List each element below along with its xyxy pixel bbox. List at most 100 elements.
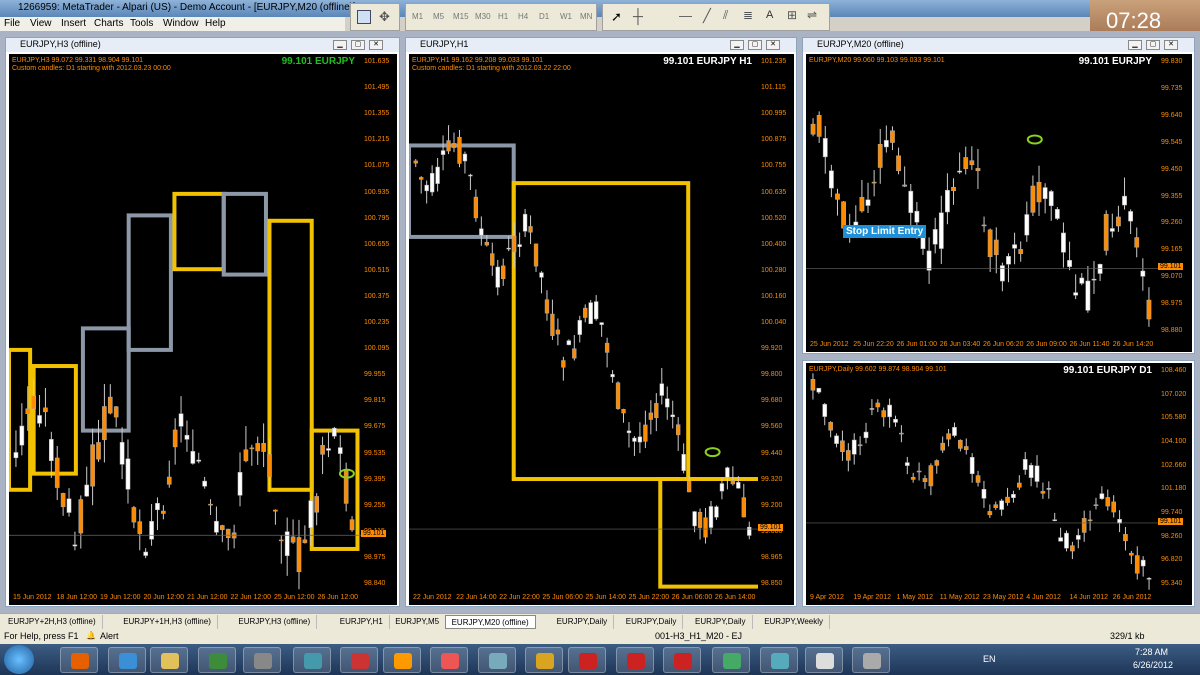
app-icon[interactable] [430,647,468,673]
price-tick-label: 99.560 [761,423,783,431]
cursor-icon[interactable]: ➚ [611,9,622,25]
app-icon[interactable] [852,647,890,673]
chart-tab[interactable]: EURJPY,M5 [389,615,447,629]
app-icon[interactable] [525,647,563,673]
minimize-icon[interactable]: ▁ [333,40,347,50]
candle-body [719,483,725,492]
chart-window-m20[interactable]: EURJPY,M20 (offline) ▁ ▢ ✕ EURJPY,M20 99… [802,37,1195,354]
close-icon[interactable]: ✕ [369,40,383,50]
alpari-icon[interactable] [568,647,606,673]
candle-body [875,402,881,408]
chart-tab[interactable]: EURJPY,M20 (offline) [444,615,536,629]
price-tick-label: 99.640 [1161,111,1183,119]
menu-tools[interactable]: Tools [130,18,153,29]
maximize-icon[interactable]: ▢ [351,40,365,50]
chart-tab[interactable]: EURJPY,Daily [689,615,753,629]
crosshair-icon[interactable]: ✥ [379,9,390,25]
status-alert[interactable]: Alert [100,631,119,641]
chart-tab[interactable]: EURJPY+2H,H3 (offline) [2,615,103,629]
tf-m1[interactable]: M1 [412,12,423,21]
chart-tab[interactable]: EURJPY,H1 [334,615,390,629]
tf-m30[interactable]: M30 [475,12,491,21]
candle-body [946,433,951,440]
hline-icon[interactable]: — [679,8,692,23]
app-icon[interactable] [805,647,843,673]
chart-tabs: EURJPY+2H,H3 (offline) EURJPY+1H,H3 (offl… [0,613,1200,629]
chart-window-d1[interactable]: EURJPY,Daily 99.602 99.874 98.904 99.101… [802,360,1195,607]
chart-window-titlebar[interactable]: EURJPY,H3 (offline) ▁ ▢ ✕ [6,38,399,52]
candle-body [343,469,349,504]
chart-tab[interactable]: EURJPY,H3 (offline) [232,615,318,629]
price-tick-label: 101.355 [364,110,390,118]
trendline-icon[interactable]: ╱ [703,8,711,24]
chart-window-titlebar[interactable]: EURJPY,M20 (offline) ▁ ▢ ✕ [803,38,1194,52]
tf-mn[interactable]: MN [580,12,592,21]
minimize-icon[interactable]: ▁ [730,40,744,50]
language-indicator[interactable]: EN [983,654,996,664]
chart-tab[interactable]: EURJPY+1H,H3 (offline) [117,615,218,629]
zoom-icon[interactable] [357,10,371,24]
menu-file[interactable]: File [4,18,20,29]
tf-h1[interactable]: H1 [498,12,508,21]
session-box [9,347,33,492]
menu-view[interactable]: View [30,18,52,29]
tf-m5[interactable]: M5 [433,12,444,21]
text-icon[interactable]: A [766,9,773,21]
price-tick-label: 98.965 [761,553,783,561]
menu-charts[interactable]: Charts [94,18,123,29]
tf-w1[interactable]: W1 [560,12,572,21]
fibo-icon[interactable]: ≣ [743,8,753,22]
itunes-icon[interactable] [760,647,798,673]
chart-plot-h1[interactable]: EURJPY,H1 99.162 99.208 99.033 99.101 Cu… [409,54,758,592]
alpari-icon[interactable] [616,647,654,673]
app-icon[interactable] [712,647,750,673]
calculator-icon[interactable] [243,647,281,673]
app-icon[interactable] [383,647,421,673]
media-icon[interactable] [198,647,236,673]
candle-body [583,307,588,318]
tf-m15[interactable]: M15 [453,12,469,21]
menu-insert[interactable]: Insert [61,18,86,29]
chart-tab[interactable]: EURJPY,Weekly [758,615,831,629]
tf-d1[interactable]: D1 [539,12,549,21]
price-axis: 108.460 107.020 105.580 104.100 102.660 101.1… [1158,363,1192,592]
alpari-icon[interactable] [663,647,701,673]
candle-body [626,430,632,434]
time-tick-label: 9 Apr 2012 [810,594,844,601]
tf-h4[interactable]: H4 [518,12,528,21]
chart-window-h3[interactable]: EURJPY,H3 (offline) ▁ ▢ ✕ EURJPY,H3 99.0… [5,37,400,607]
chart-plot-h3[interactable]: EURJPY,H3 99.072 99.331 98.904 99.101 Cu… [9,54,361,592]
chart-window-titlebar[interactable]: EURJPY,H1 ▁ ▢ ✕ [406,38,796,52]
maximize-icon[interactable]: ▢ [1146,40,1160,50]
app-icon[interactable] [293,647,331,673]
candle-body [993,239,999,256]
price-tick-label: 99.165 [1161,246,1183,254]
app-icon[interactable] [478,647,516,673]
custom-candles-info: Custom candles: D1 starting with 2012.03… [12,65,171,72]
session-box [221,191,268,277]
start-button[interactable] [4,645,34,674]
candle-body [938,212,944,249]
menu-window[interactable]: Window [163,18,199,29]
chart-tab[interactable]: EURJPY,Daily [620,615,684,629]
explorer-icon[interactable] [150,647,188,673]
menu-help[interactable]: Help [205,18,226,29]
crosshair-tool-icon[interactable]: ┼ [633,8,643,24]
channel-icon[interactable]: ⫽ [723,8,728,23]
chart-plot-d1[interactable]: EURJPY,Daily 99.602 99.874 98.904 99.101… [806,363,1158,592]
maximize-icon[interactable]: ▢ [748,40,762,50]
label-icon[interactable]: ⊞ [787,8,797,22]
minimize-icon[interactable]: ▁ [1128,40,1142,50]
price-tick-label: 96.820 [1161,556,1183,564]
chart-plot-m20[interactable]: EURJPY,M20 99.060 99.103 99.033 99.101 9… [806,54,1158,339]
arrows-icon[interactable]: ⇌ [807,8,817,22]
time-tick-label: 1 May 2012 [896,594,934,601]
chart-window-h1[interactable]: EURJPY,H1 ▁ ▢ ✕ EURJPY,H1 99.162 99.208 … [405,37,797,607]
close-icon[interactable]: ✕ [1164,40,1178,50]
candle-body [1054,209,1060,219]
ie-icon[interactable] [108,647,146,673]
firefox-icon[interactable] [60,647,98,673]
app-icon[interactable] [340,647,378,673]
chart-tab[interactable]: EURJPY,Daily [551,615,615,629]
close-icon[interactable]: ✕ [766,40,780,50]
